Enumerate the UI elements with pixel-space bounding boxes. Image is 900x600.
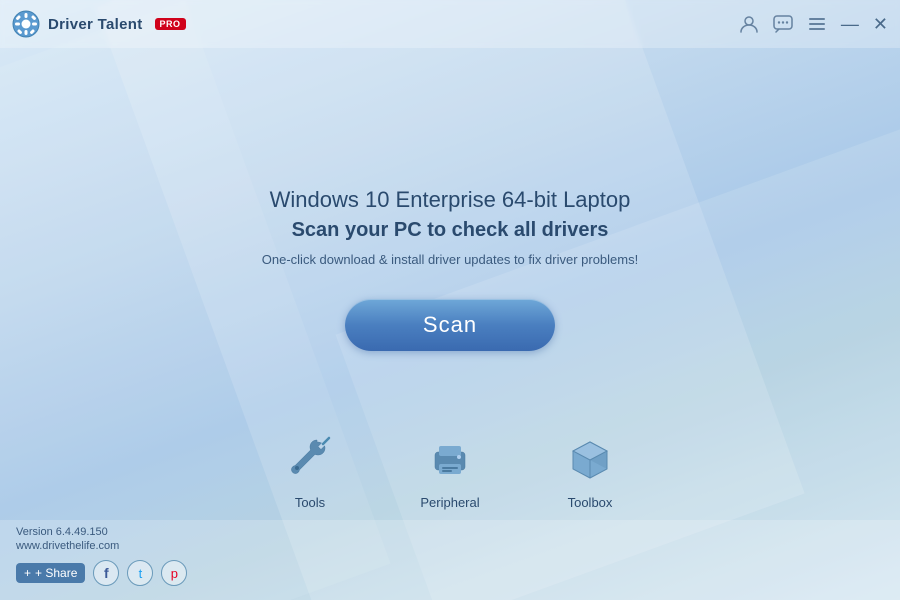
scan-description: One-click download & install driver upda… (262, 252, 638, 267)
twitter-icon[interactable]: t (127, 560, 153, 586)
titlebar-controls: — ✕ (739, 14, 888, 35)
tools-label: Tools (295, 495, 325, 510)
titlebar: Driver Talent PRO (0, 0, 900, 48)
share-button[interactable]: + + Share (16, 563, 85, 583)
system-info: Windows 10 Enterprise 64-bit Laptop (270, 187, 631, 213)
app-title: Driver Talent (48, 16, 143, 33)
bottom-icons: Tools Peripheral (0, 427, 900, 510)
peripheral-label: Peripheral (420, 495, 479, 510)
facebook-icon[interactable]: f (93, 560, 119, 586)
social-bar: + + Share f t p (16, 560, 187, 586)
tools-icon (280, 427, 340, 487)
version-text: Version 6.4.49.150 (16, 526, 187, 538)
pro-badge: PRO (155, 18, 186, 30)
footer-info: Version 6.4.49.150 www.drivethelife.com … (16, 526, 187, 586)
user-icon[interactable] (739, 15, 759, 33)
website-text: www.drivethelife.com (16, 540, 187, 552)
share-plus-icon: + (24, 566, 31, 580)
toolbox-label: Toolbox (568, 495, 613, 510)
minimize-button[interactable]: — (841, 14, 859, 35)
footer: Version 6.4.49.150 www.drivethelife.com … (0, 520, 900, 600)
share-label: + Share (35, 566, 77, 580)
pinterest-icon[interactable]: p (161, 560, 187, 586)
peripheral-icon (420, 427, 480, 487)
app-window: Driver Talent PRO (0, 0, 900, 600)
toolbox-icon (560, 427, 620, 487)
list-icon[interactable] (807, 15, 827, 33)
scan-button[interactable]: Scan (345, 299, 555, 351)
tools-item[interactable]: Tools (280, 427, 340, 510)
toolbox-item[interactable]: Toolbox (560, 427, 620, 510)
peripheral-item[interactable]: Peripheral (420, 427, 480, 510)
close-button[interactable]: ✕ (873, 14, 888, 35)
chat-icon[interactable] (773, 15, 793, 33)
gear-icon (12, 10, 40, 38)
scan-tagline: Scan your PC to check all drivers (292, 219, 609, 242)
app-logo: Driver Talent PRO (12, 10, 186, 38)
